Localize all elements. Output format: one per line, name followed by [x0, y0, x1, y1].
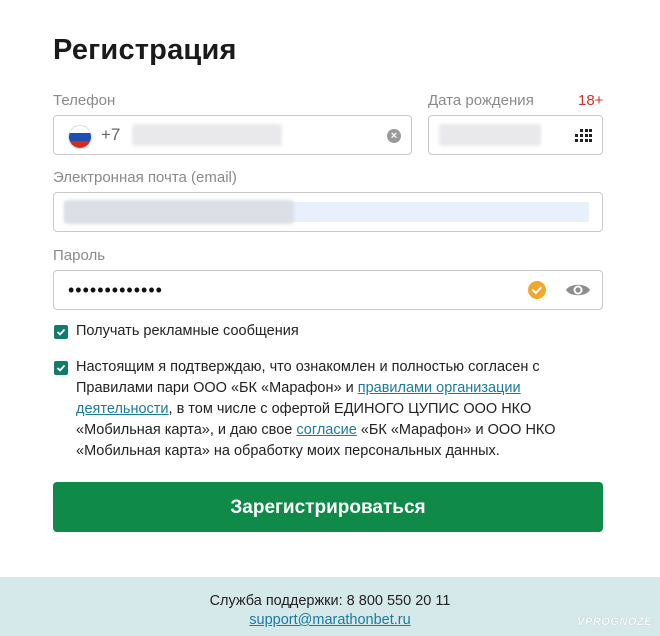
keypad-icon[interactable] — [574, 129, 592, 143]
consent-checkbox[interactable] — [54, 361, 68, 375]
birthdate-value-redacted — [439, 124, 541, 146]
consent-text: Настоящим я подтверждаю, что ознакомлен … — [76, 357, 566, 462]
register-button[interactable]: Зарегистрироваться — [53, 482, 603, 532]
phone-field[interactable]: +7 × — [53, 115, 412, 155]
footer: Служба поддержки: 8 800 550 20 11 suppor… — [0, 577, 660, 636]
email-field[interactable] — [53, 192, 603, 232]
phone-label: Телефон — [53, 92, 116, 109]
birthdate-label: Дата рождения — [428, 92, 534, 109]
page-title: Регистрация — [53, 34, 237, 66]
birthdate-field[interactable] — [428, 115, 603, 155]
consent-link[interactable]: согласие — [296, 422, 356, 438]
email-value-redacted — [64, 200, 294, 224]
phone-value-redacted — [132, 124, 282, 146]
watermark: VPROGNOZE — [577, 616, 652, 628]
support-phone: Служба поддержки: 8 800 550 20 11 — [209, 593, 451, 609]
ads-checkbox[interactable] — [54, 325, 68, 339]
clear-icon[interactable]: × — [387, 129, 401, 143]
ads-checkbox-label[interactable]: Получать рекламные сообщения — [76, 321, 299, 342]
password-label: Пароль — [53, 247, 106, 264]
russia-flag-icon[interactable] — [69, 126, 91, 148]
eye-icon[interactable] — [565, 281, 591, 299]
support-email-link[interactable]: support@marathonbet.ru — [0, 612, 660, 628]
password-field[interactable]: ••••••••••••• — [53, 270, 603, 310]
email-label: Электронная почта (email) — [53, 169, 237, 186]
password-dots: ••••••••••••• — [68, 280, 163, 300]
dial-code: +7 — [101, 125, 121, 144]
age-badge: 18+ — [578, 92, 604, 109]
password-valid-check-icon — [528, 281, 546, 299]
